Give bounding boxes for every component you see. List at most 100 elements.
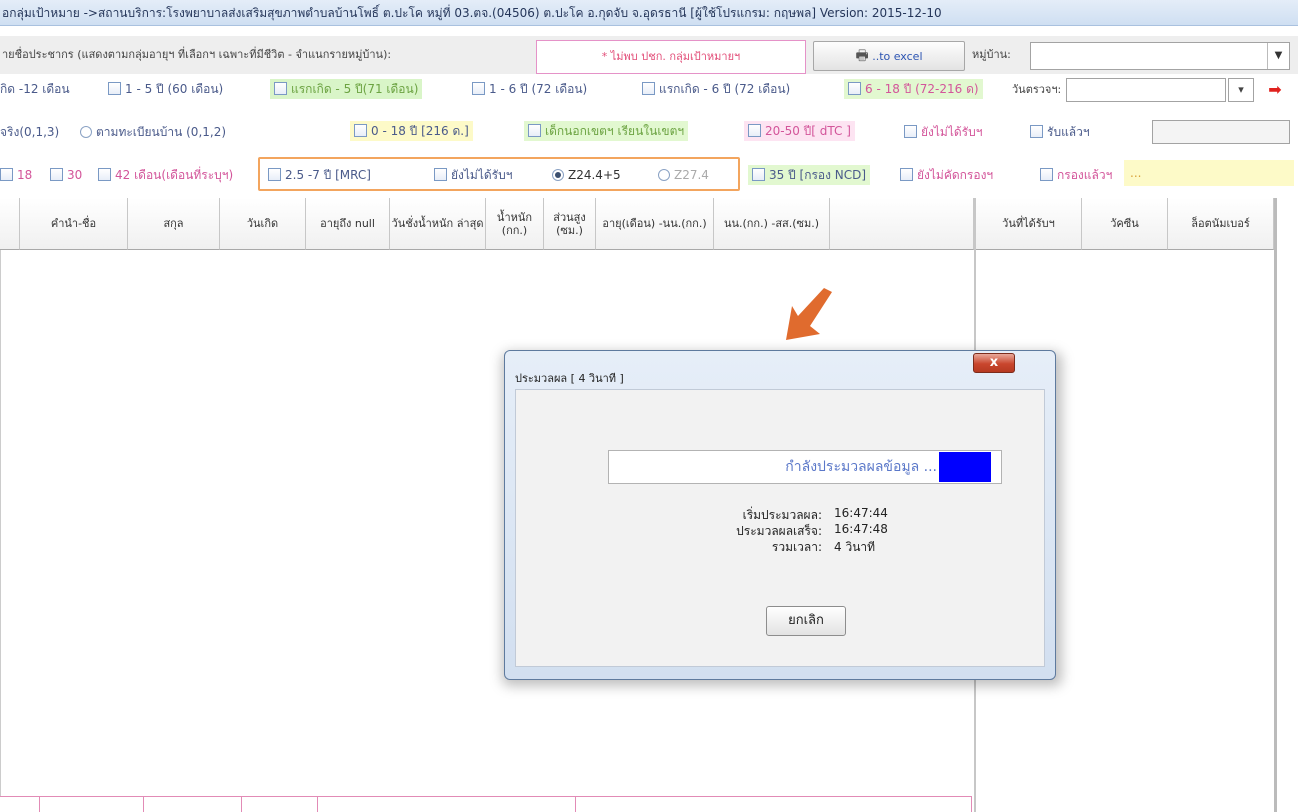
col-header-surname[interactable]: สกุล [128, 198, 220, 250]
checkbox-icon[interactable] [642, 82, 655, 95]
filter-18[interactable]: 18 [0, 165, 32, 185]
filter-1-5y[interactable]: 1 - 5 ปี (60 เดือน) [108, 79, 223, 99]
filter-35y[interactable]: 35 ปี [กรอง NCD] [748, 165, 871, 185]
progress-fill [939, 452, 991, 482]
dialog-content: กำลังประมวลผลข้อมูล ... เริ่มประมวลผล: 1… [515, 389, 1045, 667]
excel-button[interactable]: 🖶 ..to excel [813, 41, 965, 71]
filter-1-6y[interactable]: 1 - 6 ปี (72 เดือน) [472, 79, 587, 99]
filter-0-18y[interactable]: 0 - 18 ปี [216 ด.] [350, 121, 473, 141]
radio-icon[interactable] [658, 169, 670, 181]
cancel-button[interactable]: ยกเลิก [766, 606, 846, 636]
col-header-weight-height[interactable]: นน.(กก.) -สส.(ซม.) [714, 198, 830, 250]
filter-received[interactable]: รับแล้วฯ [1030, 122, 1090, 142]
filter-18-label: 18 [17, 168, 33, 182]
filter-received-label: รับแล้วฯ [1047, 125, 1090, 139]
radio-z27[interactable]: Z27.4 [658, 165, 709, 185]
col-header-received-date[interactable]: วันที่ได้รับฯ [976, 198, 1082, 250]
filter-20-50y-label: 20-50 ปี[ dTC ] [765, 124, 851, 138]
filter-0-5y[interactable]: แรกเกิด - 5 ปี(71 เดือน) [270, 79, 423, 99]
filter-6-18y-label: 6 - 18 ปี (72-216 ด) [865, 82, 979, 96]
filter-mrc[interactable]: 2.5 -7 ปี [MRC] [268, 165, 371, 185]
footer-cell [318, 796, 576, 812]
radio-z24[interactable]: Z24.4+5 [552, 165, 621, 185]
exam-date-input[interactable] [1066, 78, 1226, 102]
filter-35y-label: 35 ปี [กรอง NCD] [769, 168, 867, 182]
start-value: 16:47:44 [834, 506, 888, 520]
checkbox-icon[interactable] [1030, 125, 1043, 138]
filter-0-6y[interactable]: แรกเกิด - 6 ปี (72 เดือน) [642, 79, 790, 99]
col-header-weight[interactable]: น้ำหนัก (กก.) [486, 198, 544, 250]
checkbox-icon[interactable] [434, 168, 447, 181]
progress-text: กำลังประมวลผลข้อมูล ... [785, 459, 937, 475]
filter-row1: กิด -12 เดือน [0, 79, 70, 99]
checkbox-icon[interactable] [1040, 168, 1053, 181]
village-label: หมู่บ้าน: [972, 48, 1011, 61]
total-label: รวมเวลา: [771, 540, 822, 554]
col-header-name[interactable]: คำนำ-ชื่อ [20, 198, 128, 250]
radio-icon[interactable] [80, 126, 92, 138]
warning-box: * ไม่พบ ปชก. กลุ่มเป้าหมายฯ [536, 40, 806, 74]
checkbox-icon[interactable] [354, 124, 367, 137]
col-header-vaccine[interactable]: วัคซีน [1082, 198, 1168, 250]
checkbox-icon[interactable] [50, 168, 63, 181]
filter-screened-label: กรองแล้วฯ [1057, 168, 1113, 182]
filter-house-reg[interactable]: ตามทะเบียนบ้าน (0,1,2) [80, 122, 226, 142]
filter-20-50y[interactable]: 20-50 ปี[ dTC ] [744, 121, 855, 141]
filter-0-6y-label: แรกเกิด - 6 ปี (72 เดือน) [659, 82, 791, 96]
filter-mrc-not-received-label: ยังไม่ได้รับฯ [451, 168, 513, 182]
checkbox-icon[interactable] [268, 168, 281, 181]
village-select[interactable]: ▼ [1030, 42, 1290, 70]
processing-dialog: ประมวลผล [ 4 วินาที ] x กำลังประมวลผลข้อ… [504, 350, 1056, 680]
col-header-height[interactable]: ส่วนสูง (ซม.) [544, 198, 596, 250]
radio-selected-icon[interactable] [552, 169, 564, 181]
col-header-birthdate[interactable]: วันเกิด [220, 198, 306, 250]
chevron-down-icon[interactable]: ▾ [1228, 78, 1254, 102]
checkbox-icon[interactable] [0, 168, 13, 181]
checkbox-icon[interactable] [748, 124, 761, 137]
col-header-lot-number[interactable]: ล็อตนัมเบอร์ [1168, 198, 1274, 250]
radio-z24-label: Z24.4+5 [568, 168, 621, 182]
window-title: อกลุ่มเป้าหมาย ->สถานบริการ:โรงพยาบาลส่ง… [0, 0, 1298, 26]
footer-cell [40, 796, 144, 812]
filter-outside-label: เด็กนอกเขตฯ เรียนในเขตฯ [545, 124, 685, 138]
col-header-age[interactable]: อายุถึง null [306, 198, 390, 250]
filter-mrc-not-received[interactable]: ยังไม่ได้รับฯ [434, 165, 512, 185]
excel-button-label: ..to excel [872, 50, 923, 63]
right-border [1274, 198, 1277, 812]
radio-z27-label: Z27.4 [674, 168, 709, 182]
filter-6-18y[interactable]: 6 - 18 ปี (72-216 ด) [844, 79, 983, 99]
checkbox-icon[interactable] [108, 82, 121, 95]
extra-field[interactable] [1152, 120, 1290, 144]
filter-age-12m[interactable]: กิด -12 เดือน [0, 82, 70, 96]
arrow-down-left-icon [786, 288, 832, 340]
checkbox-icon[interactable] [274, 82, 287, 95]
filter-mrc-label: 2.5 -7 ปี [MRC] [285, 168, 371, 182]
filter-not-received[interactable]: ยังไม่ได้รับฯ [904, 122, 982, 142]
filter-1-6y-label: 1 - 6 ปี (72 เดือน) [489, 82, 588, 96]
chevron-down-icon[interactable]: ▼ [1267, 43, 1289, 69]
checkbox-icon[interactable] [472, 82, 485, 95]
checkbox-icon[interactable] [848, 82, 861, 95]
dialog-title: ประมวลผล [ 4 วินาที ] [515, 372, 624, 385]
footer-cell [576, 796, 972, 812]
checkbox-icon[interactable] [900, 168, 913, 181]
filter-30[interactable]: 30 [50, 165, 82, 185]
filter-42m[interactable]: 42 เดือน(เดือนที่ระบุฯ) [98, 165, 233, 185]
checkbox-icon[interactable] [904, 125, 917, 138]
progress-bar: กำลังประมวลผลข้อมูล ... [608, 450, 1002, 484]
checkbox-icon[interactable] [528, 124, 541, 137]
close-button[interactable]: x [973, 353, 1015, 373]
filter-outside[interactable]: เด็กนอกเขตฯ เรียนในเขตฯ [524, 121, 689, 141]
filter-screened[interactable]: กรองแล้วฯ [1040, 165, 1112, 185]
col-header-weigh-date[interactable]: วันชั่งน้ำหนัก ล่าสุด [390, 198, 486, 250]
footer-cell [242, 796, 318, 812]
filter-real[interactable]: จริง(0,1,3) [0, 122, 59, 142]
close-icon: x [989, 355, 999, 370]
checkbox-icon[interactable] [752, 168, 765, 181]
filter-not-screened[interactable]: ยังไม่คัดกรองฯ [900, 165, 993, 185]
filter-0-18y-label: 0 - 18 ปี [216 ด.] [371, 124, 469, 138]
filter-not-received-label: ยังไม่ได้รับฯ [921, 125, 983, 139]
col-header-age-weight[interactable]: อายุ(เดือน) -นน.(กก.) [596, 198, 714, 250]
arrow-right-icon[interactable]: ➡ [1260, 79, 1290, 101]
checkbox-icon[interactable] [98, 168, 111, 181]
